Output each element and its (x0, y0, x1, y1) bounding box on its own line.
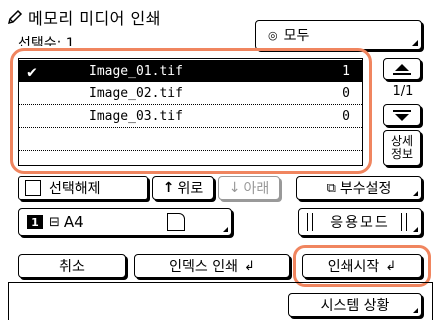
list-item[interactable]: Image_02.tif 0 (19, 83, 362, 105)
bullet-icon: ◎ (268, 28, 278, 42)
move-up-label: 위로 (177, 181, 204, 197)
deselect-label: 선택해제 (49, 181, 101, 197)
paper-size-label: A4 (63, 213, 84, 231)
tray-number-badge: 1 (27, 215, 43, 229)
up-arrow-icon: ↑ (162, 180, 175, 196)
cancel-label: 취소 (59, 259, 85, 275)
paper-select-button[interactable]: 1 ⊟ A4 (18, 208, 232, 236)
filter-dropdown[interactable]: ◎ 모두 (255, 20, 422, 50)
start-print-label: 인쇄시작 (327, 259, 380, 275)
copies-label: 부수설정 (339, 181, 392, 197)
list-item[interactable]: ✔ Image_01.tif 1 (19, 60, 362, 82)
details-button[interactable]: 상세 정보 (383, 130, 421, 166)
system-status-label: 시스템 상황 (320, 298, 390, 314)
page-title: 메모리 미디어 인쇄 (28, 9, 161, 28)
checkbox-icon (25, 180, 41, 196)
list-item-empty (19, 129, 362, 151)
file-count: 1 (342, 63, 350, 79)
down-arrow-icon: ↓ (228, 180, 241, 196)
paper-orientation-icon (167, 213, 185, 231)
enter-arrow-icon: ↲ (385, 258, 397, 274)
paper-tray-icon: ⊟ (49, 214, 60, 230)
deselect-button[interactable]: 선택해제 (18, 176, 148, 200)
index-print-button[interactable]: 인덱스 인쇄 ↲ (134, 254, 290, 278)
scroll-down-button[interactable] (383, 104, 421, 126)
dropdown-corner-icon (223, 227, 228, 232)
file-count: 0 (342, 109, 350, 124)
page-title-wrap: 메모리 미디어 인쇄 (6, 6, 161, 28)
move-down-label: 아래 (243, 181, 270, 197)
enter-arrow-icon: ↲ (243, 258, 255, 274)
dropdown-corner-icon (413, 308, 418, 313)
list-item[interactable]: Image_03.tif 0 (19, 106, 362, 128)
apply-mode-label: 응용모드 (330, 215, 390, 231)
dropdown-corner-icon (413, 191, 418, 196)
pencil-icon (7, 9, 23, 25)
system-status-button[interactable]: 시스템 상황 (288, 293, 422, 317)
scroll-up-button[interactable] (383, 58, 421, 80)
grip-icon (401, 213, 407, 231)
down-arrow-icon (395, 113, 409, 121)
move-up-button[interactable]: ↑ 위로 (152, 176, 214, 200)
checkmark-icon: ✔ (27, 61, 37, 81)
grip-icon (307, 213, 313, 231)
file-list: ✔ Image_01.tif 1 Image_02.tif 0 Image_03… (18, 58, 363, 166)
apply-mode-button[interactable]: 응용모드 (298, 208, 422, 236)
selected-count-label: 선택수: 1 (18, 36, 75, 46)
file-name: Image_01.tif (89, 63, 183, 79)
index-print-label: 인덱스 인쇄 (169, 259, 238, 275)
filter-dropdown-label: 모두 (283, 28, 310, 44)
move-down-button: ↓ 아래 (218, 176, 280, 200)
copies-icon: ⧉ (326, 180, 336, 196)
dropdown-corner-icon (412, 40, 418, 46)
file-name: Image_03.tif (89, 109, 183, 124)
details-button-label: 상세 정보 (390, 134, 414, 161)
copies-button[interactable]: ⧉ 부수설정 (296, 176, 422, 200)
cancel-button[interactable]: 취소 (18, 254, 126, 278)
start-print-button[interactable]: 인쇄시작 ↲ (302, 254, 422, 278)
page-indicator: 1/1 (392, 84, 414, 99)
up-arrow-icon (395, 63, 409, 71)
dropdown-corner-icon (413, 227, 418, 232)
file-name: Image_02.tif (89, 86, 183, 101)
file-count: 0 (342, 86, 350, 101)
